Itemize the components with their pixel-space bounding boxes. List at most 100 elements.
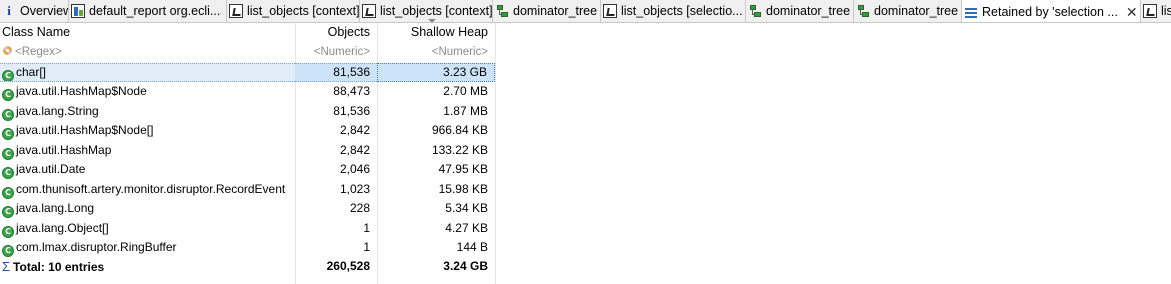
report-icon: [71, 4, 85, 18]
tab-list-objects-overflow[interactable]: lis: [1141, 0, 1171, 22]
table-row[interactable]: Cjava.lang.Object[] 1 4.27 KB: [0, 219, 495, 238]
total-objects-cell: 260,528: [326, 259, 370, 273]
class-name-cell: Ccom.thunisoft.artery.monitor.disruptor.…: [0, 180, 295, 199]
objects-cell: 2,842: [339, 123, 370, 137]
class-name-cell: Cjava.lang.Object[]: [0, 219, 295, 238]
shallow-heap-cell: 144 B: [456, 240, 488, 254]
objects-filter[interactable]: <Numeric>: [295, 43, 377, 62]
class-name-cell: Cjava.lang.String: [0, 102, 295, 121]
class-name: java.util.HashMap: [16, 142, 112, 157]
table-row[interactable]: Cjava.util.Date 2,046 47.95 KB: [0, 160, 495, 179]
table-row[interactable]: Cjava.util.HashMap 2,842 133.22 KB: [0, 141, 495, 160]
list-objects-icon: [603, 4, 617, 18]
shallow-heap-cell: 15.98 KB: [438, 181, 488, 196]
regex-filter-placeholder: <Regex>: [15, 46, 62, 58]
sort-indicator-icon: [428, 19, 436, 23]
tab-label: list_objects [selectio...: [621, 4, 743, 18]
objects-cell: 1: [363, 240, 370, 254]
objects-cell: 81,536: [333, 103, 370, 118]
tab-label: dominator_tree: [513, 4, 598, 18]
class-icon: C: [2, 70, 14, 81]
class-name: java.lang.Long: [16, 201, 95, 215]
objects-cell: 2,842: [339, 142, 370, 157]
class-icon: C: [2, 108, 14, 121]
table-row[interactable]: Ccom.thunisoft.artery.monitor.disruptor.…: [0, 180, 495, 199]
tab-label: list_objects [context]: [380, 4, 493, 18]
list-objects-icon: [1143, 4, 1157, 18]
tab-label: list_objects [context]: [247, 4, 360, 18]
objects-cell: 1: [363, 220, 370, 235]
class-icon: C: [2, 206, 14, 218]
filter-row: <Regex> <Numeric> <Numeric>: [0, 43, 495, 62]
list-objects-icon: [229, 4, 243, 18]
objects-cell: 81,536: [295, 63, 377, 82]
tab-dominator-tree-1[interactable]: dominator_tree: [493, 0, 601, 22]
tab-dominator-tree-3[interactable]: dominator_tree: [854, 0, 962, 22]
tab-default-report[interactable]: default_report org.ecli...: [69, 0, 227, 22]
column-header-class-name[interactable]: Class Name: [0, 23, 295, 42]
class-name-cell: Cjava.util.HashMap$Node[]: [0, 121, 295, 140]
table-row[interactable]: Cjava.lang.String 81,536 1.87 MB: [0, 102, 495, 121]
dominator-tree-icon: [856, 4, 870, 18]
table-header: Class Name Objects Shallow Heap: [0, 23, 495, 42]
filter-icon: [2, 45, 14, 57]
total-label-cell: Σ Total: 10 entries: [0, 257, 295, 276]
table-row[interactable]: Cjava.util.HashMap$Node 88,473 2.70 MB: [0, 82, 495, 101]
class-icon: C: [2, 225, 14, 238]
table-row[interactable]: Cchar[] 81,536 3.23 GB: [0, 63, 495, 82]
dominator-tree-icon: [495, 4, 509, 18]
class-name-cell: Cjava.lang.Long: [0, 199, 295, 218]
shallow-heap-cell: 4.27 KB: [445, 220, 488, 235]
tab-list-objects-selection[interactable]: list_objects [selectio...: [601, 0, 746, 22]
class-name: com.lmax.disruptor.RingBuffer: [16, 240, 177, 254]
class-name-cell: Cjava.util.Date: [0, 160, 295, 179]
tab-label: Retained by 'selection ...: [982, 4, 1118, 19]
tab-label: default_report org.ecli...: [89, 4, 221, 18]
class-name: java.util.Date: [16, 162, 86, 176]
class-name: char[]: [16, 65, 47, 79]
shallow-heap-cell: 2.70 MB: [443, 84, 488, 98]
column-header-shallow-heap[interactable]: Shallow Heap: [377, 23, 495, 42]
tab-list-objects-context-1[interactable]: list_objects [context]: [227, 0, 360, 22]
class-name-cell: Cchar[]: [0, 63, 295, 82]
shallow-heap-filter[interactable]: <Numeric>: [377, 43, 495, 62]
shallow-heap-cell: 133.22 KB: [431, 142, 488, 157]
tab-list-objects-context-2[interactable]: list_objects [context]: [360, 0, 493, 22]
class-name-cell: Cjava.util.HashMap: [0, 141, 295, 160]
dominator-tree-icon: [748, 4, 762, 18]
tab-overview[interactable]: i Overview: [0, 0, 69, 22]
class-icon: C: [2, 147, 14, 160]
class-name-cell: Cjava.util.HashMap$Node: [0, 82, 295, 101]
total-label: Total: 10 entries: [13, 260, 105, 274]
editor-tab-bar: i Overview default_report org.ecli... li…: [0, 0, 1171, 23]
class-icon: C: [2, 89, 14, 101]
class-name: java.lang.Object[]: [16, 220, 109, 235]
class-name-filter[interactable]: <Regex>: [0, 43, 295, 62]
class-name: com.thunisoft.artery.monitor.disruptor.R…: [16, 181, 286, 196]
shallow-heap-cell: 47.95 KB: [438, 162, 488, 176]
objects-cell: 228: [349, 201, 370, 215]
retained-set-icon: [964, 5, 978, 19]
class-icon: C: [2, 128, 14, 140]
tab-label: dominator_tree: [874, 4, 959, 18]
list-objects-icon: [362, 4, 376, 18]
objects-cell: 88,473: [333, 84, 370, 98]
objects-cell: 1,023: [339, 181, 370, 196]
table-row[interactable]: Ccom.lmax.disruptor.RingBuffer 1 144 B: [0, 238, 495, 257]
total-row[interactable]: Σ Total: 10 entries 260,528 3.24 GB: [0, 257, 495, 276]
tab-dominator-tree-2[interactable]: dominator_tree: [746, 0, 854, 22]
tab-label: dominator_tree: [766, 4, 851, 18]
shallow-heap-cell: 3.23 GB: [377, 63, 495, 82]
total-shallow-heap-cell: 3.24 GB: [443, 259, 488, 273]
table-row[interactable]: Cjava.lang.Long 228 5.34 KB: [0, 199, 495, 218]
class-icon: C: [2, 186, 14, 199]
class-name: java.lang.String: [16, 103, 99, 118]
info-icon: i: [7, 3, 11, 18]
tab-retained-by-selection[interactable]: Retained by 'selection ... ✕: [962, 0, 1141, 22]
shallow-heap-cell: 5.34 KB: [445, 201, 488, 215]
class-icon: C: [2, 245, 14, 257]
class-name: java.util.HashMap$Node: [16, 84, 147, 98]
table-row[interactable]: Cjava.util.HashMap$Node[] 2,842 966.84 K…: [0, 121, 495, 140]
column-header-objects[interactable]: Objects: [295, 23, 377, 42]
close-tab-icon[interactable]: ✕: [1126, 5, 1138, 19]
